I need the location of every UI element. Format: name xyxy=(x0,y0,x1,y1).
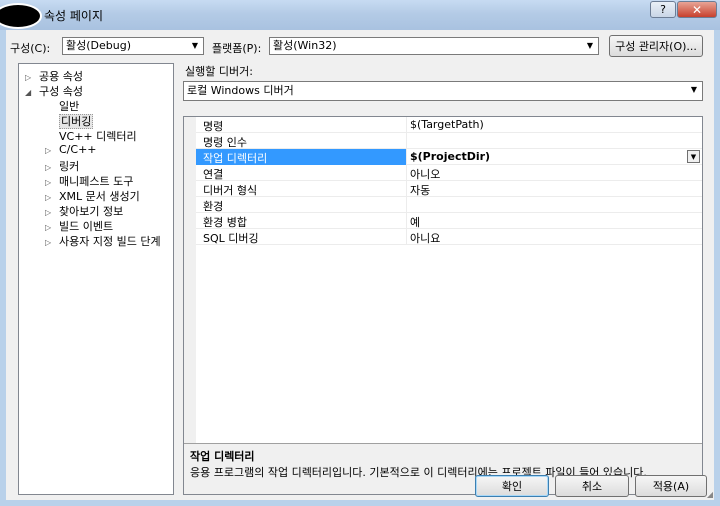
dialog-client: 구성(C): 활성(Debug) ▼ 플랫폼(P): 활성(Win32) ▼ 구… xyxy=(6,30,714,500)
expand-icon[interactable]: ▷ xyxy=(45,193,59,202)
debugger-label: 실행할 디버거: xyxy=(185,65,253,78)
app-icon xyxy=(0,3,42,29)
tree-item-vc-directories[interactable]: VC++ 디렉터리 xyxy=(45,128,137,144)
description-title: 작업 디렉터리 xyxy=(190,450,255,463)
expand-icon[interactable]: ▷ xyxy=(45,163,59,172)
property-row-command-args[interactable]: 명령 인수 xyxy=(196,133,702,149)
tree-item-common-properties[interactable]: ▷ 공용 속성 xyxy=(25,68,83,84)
platform-label: 플랫폼(P): xyxy=(212,42,262,55)
resize-grip-icon[interactable]: ◢ xyxy=(707,490,713,499)
tree-item-manifest-tool[interactable]: ▷ 매니페스트 도구 xyxy=(45,173,133,189)
platform-value: 활성(Win32) xyxy=(273,39,337,52)
expand-icon[interactable]: ▷ xyxy=(45,208,59,217)
chevron-down-icon: ▼ xyxy=(586,41,594,50)
dropdown-arrow-icon[interactable]: ▼ xyxy=(687,150,700,163)
tree-item-browse-info[interactable]: ▷ 찾아보기 정보 xyxy=(45,203,123,219)
tree-item-linker[interactable]: ▷ 링커 xyxy=(45,158,79,174)
property-row-attach[interactable]: 연결 아니오 xyxy=(196,165,702,181)
property-row-debugger-type[interactable]: 디버거 형식 자동 xyxy=(196,181,702,197)
platform-combo[interactable]: 활성(Win32) ▼ xyxy=(269,37,599,55)
collapse-icon[interactable]: ◢ xyxy=(25,88,39,97)
property-tree[interactable]: ▷ 공용 속성 ◢ 구성 속성 일반 디버깅 VC++ 디렉터리 ▷ C/C++ ▷ 링… xyxy=(18,63,174,495)
tree-item-debugging[interactable]: 디버깅 xyxy=(45,113,94,129)
apply-button[interactable]: 적용(A) xyxy=(635,475,707,497)
expand-icon[interactable]: ▷ xyxy=(25,73,39,82)
debugger-value: 로컬 Windows 디버거 xyxy=(187,84,294,97)
config-manager-button[interactable]: 구성 관리자(O)... xyxy=(609,35,703,57)
tree-item-c-cpp[interactable]: ▷ C/C++ xyxy=(45,143,97,156)
debugger-combo[interactable]: 로컬 Windows 디버거 ▼ xyxy=(183,81,703,101)
help-button[interactable]: ? xyxy=(650,1,676,18)
tree-item-general[interactable]: 일반 xyxy=(45,98,79,114)
tree-item-xml-doc-generator[interactable]: ▷ XML 문서 생성기 xyxy=(45,188,140,204)
expand-icon[interactable]: ▷ xyxy=(45,178,59,187)
title-bar: 속성 페이지 ? ✕ xyxy=(0,0,720,30)
grid-margin xyxy=(184,117,196,494)
config-value: 활성(Debug) xyxy=(66,39,131,52)
window-title: 속성 페이지 xyxy=(44,9,104,23)
property-row-working-directory[interactable]: 작업 디렉터리 $(ProjectDir) ▼ xyxy=(196,149,702,165)
chevron-down-icon: ▼ xyxy=(191,41,199,50)
ok-button[interactable]: 확인 xyxy=(475,475,549,497)
chevron-down-icon: ▼ xyxy=(690,85,698,94)
property-row-sql-debugging[interactable]: SQL 디버깅 아니요 xyxy=(196,229,702,245)
close-button[interactable]: ✕ xyxy=(677,1,717,18)
tree-item-config-properties[interactable]: ◢ 구성 속성 xyxy=(25,83,83,99)
property-row-merge-environment[interactable]: 환경 병합 예 xyxy=(196,213,702,229)
expand-icon[interactable]: ▷ xyxy=(45,146,59,155)
property-grid: 명령 $(TargetPath) 명령 인수 작업 디렉터리 $(Project… xyxy=(183,116,703,495)
config-combo[interactable]: 활성(Debug) ▼ xyxy=(62,37,204,55)
expand-icon[interactable]: ▷ xyxy=(45,223,59,232)
config-label: 구성(C): xyxy=(10,42,51,55)
cancel-button[interactable]: 취소 xyxy=(555,475,629,497)
property-row-environment[interactable]: 환경 xyxy=(196,197,702,213)
property-pages-window: 속성 페이지 ? ✕ 구성(C): 활성(Debug) ▼ 플랫폼(P): 활성… xyxy=(0,0,720,506)
tree-item-build-events[interactable]: ▷ 빌드 이벤트 xyxy=(45,218,113,234)
property-row-command[interactable]: 명령 $(TargetPath) xyxy=(196,117,702,133)
tree-item-custom-build-step[interactable]: ▷ 사용자 지정 빌드 단계 xyxy=(45,233,161,249)
expand-icon[interactable]: ▷ xyxy=(45,238,59,247)
